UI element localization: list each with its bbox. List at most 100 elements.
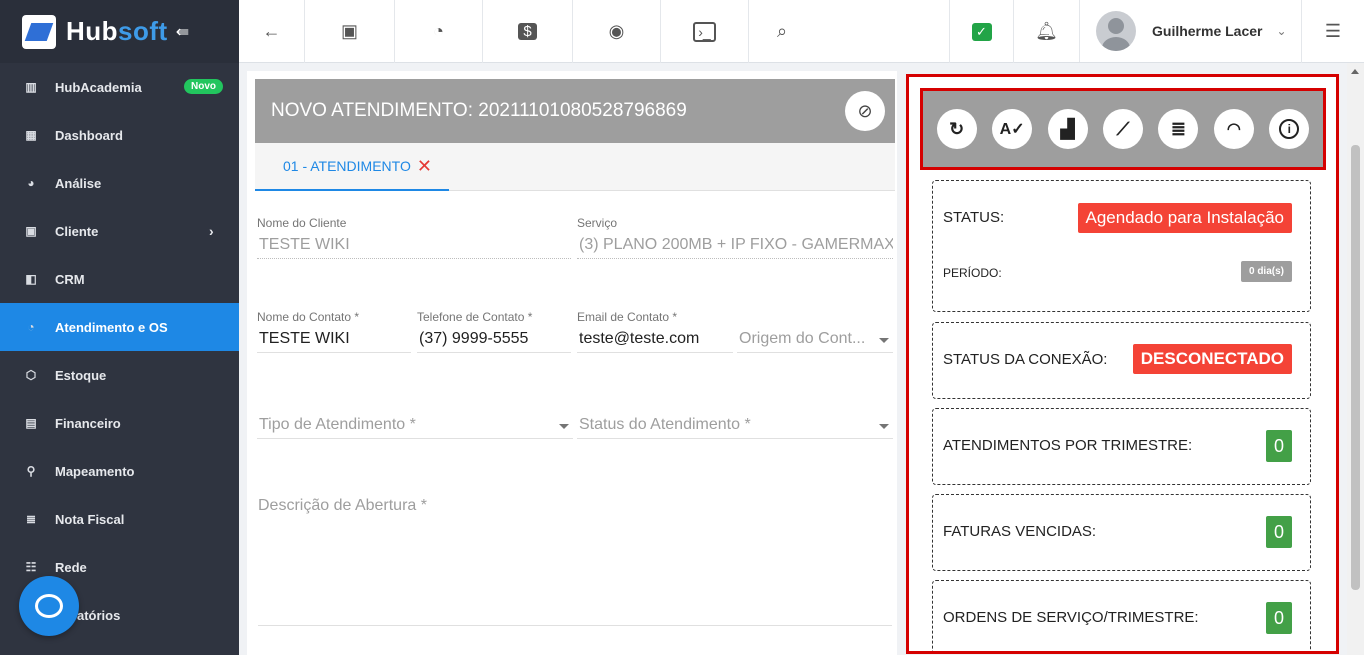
info-icon: i: [1279, 119, 1300, 139]
sidebar-item-label: atórios: [77, 607, 121, 623]
spellcheck-button[interactable]: A✓: [992, 109, 1033, 149]
sidebar-item-estoque[interactable]: ⬡ Estoque: [0, 351, 239, 399]
attendance-shortcut-button[interactable]: ◔: [395, 0, 483, 63]
calendar-clock-icon: ◔: [27, 320, 35, 334]
back-arrow-icon: ←: [262, 21, 281, 41]
sidebar-item-financeiro[interactable]: ▤ Financeiro: [0, 399, 239, 447]
sidebar-item-analise[interactable]: ◕ Análise: [0, 159, 239, 207]
scroll-up-arrow-icon[interactable]: [1351, 69, 1359, 74]
dropdown-caret-icon: [559, 424, 569, 429]
money-icon: ▤: [25, 416, 37, 430]
step-chart-button[interactable]: ▟: [1047, 109, 1088, 149]
client-name-value: TESTE WIKI: [257, 236, 571, 259]
contact-phone-field[interactable]: Telefone de Contato * (37) 9999-5555: [417, 310, 571, 353]
hubsoft-logo-icon: [22, 14, 56, 49]
form-tabs: 01 - ATENDIMENTO ✕: [255, 143, 895, 191]
user-menu[interactable]: Guilherme Lacer ⌄: [1079, 0, 1301, 62]
dollar-icon: $: [518, 23, 537, 40]
notifications-button[interactable]: 🔔︎: [1013, 0, 1079, 63]
info-button[interactable]: i: [1269, 109, 1310, 149]
field-label: Nome do Contato *: [257, 310, 360, 324]
field-label: Nome do Cliente: [257, 216, 347, 230]
status-badge: Agendado para Instalação: [1077, 203, 1292, 233]
terminal-shortcut-button[interactable]: ›_: [661, 0, 749, 63]
document-icon: ≣: [25, 512, 37, 526]
contact-email-input[interactable]: teste@teste.com: [577, 330, 733, 353]
sidebar-item-crm[interactable]: ◧ CRM: [0, 255, 239, 303]
tab-atendimento[interactable]: 01 - ATENDIMENTO ✕: [255, 143, 449, 191]
sidebar-item-label: Análise: [55, 175, 102, 191]
monitor-shortcut-button[interactable]: ◉: [573, 0, 661, 63]
eye-icon: ◉: [608, 21, 625, 41]
panel-actions-bar: ↻ A✓ ▟ ⟋ ≣ ◠ i: [920, 88, 1326, 170]
line-chart-button[interactable]: ⟋: [1102, 109, 1143, 149]
sidebar-item-label: Financeiro: [55, 415, 121, 431]
sidebar-item-dashboard[interactable]: ▦ Dashboard: [0, 111, 239, 159]
attendances-count-badge: 0: [1266, 430, 1292, 462]
sidebar-item-label: Dashboard: [55, 127, 123, 143]
search-icon: ⌕: [776, 21, 788, 41]
chat-support-button[interactable]: [19, 576, 79, 636]
sidebar-item-mapeamento[interactable]: ⚲ Mapeamento: [0, 447, 239, 495]
page-scrollbar[interactable]: [1347, 63, 1364, 655]
brand-name: Hubsoft: [66, 16, 168, 46]
sidebar-item-label: Estoque: [55, 367, 107, 383]
sidebar-item-label: Rede: [55, 559, 87, 575]
dropdown-caret-icon: [879, 424, 889, 429]
opening-description-textarea[interactable]: Descrição de Abertura *: [258, 497, 892, 626]
invoices-count-badge: 0: [1266, 516, 1292, 548]
attendance-status-select[interactable]: Status do Atendimento *: [577, 410, 893, 439]
contact-phone-input[interactable]: (37) 9999-5555: [417, 330, 571, 353]
brand-logo[interactable]: Hubsoft ⇚: [0, 0, 239, 63]
sidebar-item-label: Mapeamento: [55, 463, 135, 479]
refresh-icon: ↻: [949, 118, 965, 139]
refresh-button[interactable]: ↻: [936, 109, 977, 149]
search-button[interactable]: ⌕: [749, 0, 815, 63]
check-message-icon: ✓: [971, 22, 992, 41]
calendar-clock-icon: ◔: [433, 21, 444, 41]
back-button[interactable]: ←: [239, 0, 305, 63]
topbar-right-group: ✓ 🔔︎ Guilherme Lacer ⌄ ☰: [949, 0, 1364, 63]
menu-list-button[interactable]: ☰: [1301, 0, 1364, 63]
bell-icon: 🔔︎: [1035, 21, 1058, 41]
chat-icon: [35, 594, 63, 618]
wifi-button[interactable]: ◠: [1213, 109, 1254, 149]
close-tab-icon[interactable]: ✕: [417, 156, 432, 177]
map-pin-icon: ⚲: [26, 464, 36, 478]
sidebar: Hubsoft ⇚ ▥ HubAcademia Novo ▦ Dashboard…: [0, 0, 239, 655]
finance-shortcut-button[interactable]: $: [483, 0, 573, 63]
sidebar-item-label: Nota Fiscal: [55, 511, 125, 527]
sidebar-item-label: Atendimento e OS: [55, 319, 168, 335]
period-badge: 0 dia(s): [1240, 261, 1292, 282]
contact-email-field[interactable]: Email de Contato * teste@teste.com: [577, 310, 733, 353]
attendances-label: ATENDIMENTOS POR TRIMESTRE:: [943, 437, 1193, 454]
attendance-status-placeholder: Status do Atendimento *: [577, 416, 893, 439]
attendances-quarter-box: ATENDIMENTOS POR TRIMESTRE: 0: [932, 408, 1311, 485]
sidebar-item-nota-fiscal[interactable]: ≣ Nota Fiscal: [0, 495, 239, 543]
sidebar-item-cliente[interactable]: ▣ Cliente ›: [0, 207, 239, 255]
list-lines-icon: ≣: [1170, 118, 1186, 139]
attach-button[interactable]: ⊘: [845, 91, 885, 131]
service-orders-box: ORDENS DE SERVIÇO/TRIMESTRE: 0: [932, 580, 1311, 651]
dashboard-icon: ▦: [25, 128, 37, 142]
contact-name-field[interactable]: Nome do Contato * TESTE WIKI: [257, 310, 411, 353]
top-toolbar: ← ▣ ◔ $ ◉ ›_ ⌕ ✓ 🔔︎ Guilherme Lacer ⌄ ☰: [239, 0, 1364, 63]
page-title: NOVO ATENDIMENTO: 20211101080528796869: [271, 100, 687, 121]
kanban-icon: ◧: [25, 272, 37, 286]
contact-name-input[interactable]: TESTE WIKI: [257, 330, 411, 353]
pie-chart-icon: ◕: [27, 176, 35, 190]
connection-label: STATUS DA CONEXÃO:: [943, 351, 1108, 368]
clients-shortcut-button[interactable]: ▣: [305, 0, 395, 63]
attendance-type-placeholder: Tipo de Atendimento *: [257, 416, 573, 439]
list-button[interactable]: ≣: [1158, 109, 1199, 149]
sidebar-item-hubacademia[interactable]: ▥ HubAcademia Novo: [0, 63, 239, 111]
collapse-sidebar-icon[interactable]: ⇚: [176, 22, 189, 42]
contact-origin-select[interactable]: . Origem do Cont...: [737, 310, 893, 353]
scrollbar-thumb[interactable]: [1351, 145, 1360, 590]
tasks-button[interactable]: ✓: [949, 0, 1013, 63]
attendance-type-select[interactable]: Tipo de Atendimento *: [257, 410, 573, 439]
form-header: NOVO ATENDIMENTO: 20211101080528796869 ⊘: [255, 79, 895, 143]
sidebar-item-atendimento-e-os[interactable]: ◔ Atendimento e OS: [0, 303, 239, 351]
network-icon: ☷: [25, 560, 37, 574]
spellcheck-icon: A✓: [999, 121, 1025, 138]
